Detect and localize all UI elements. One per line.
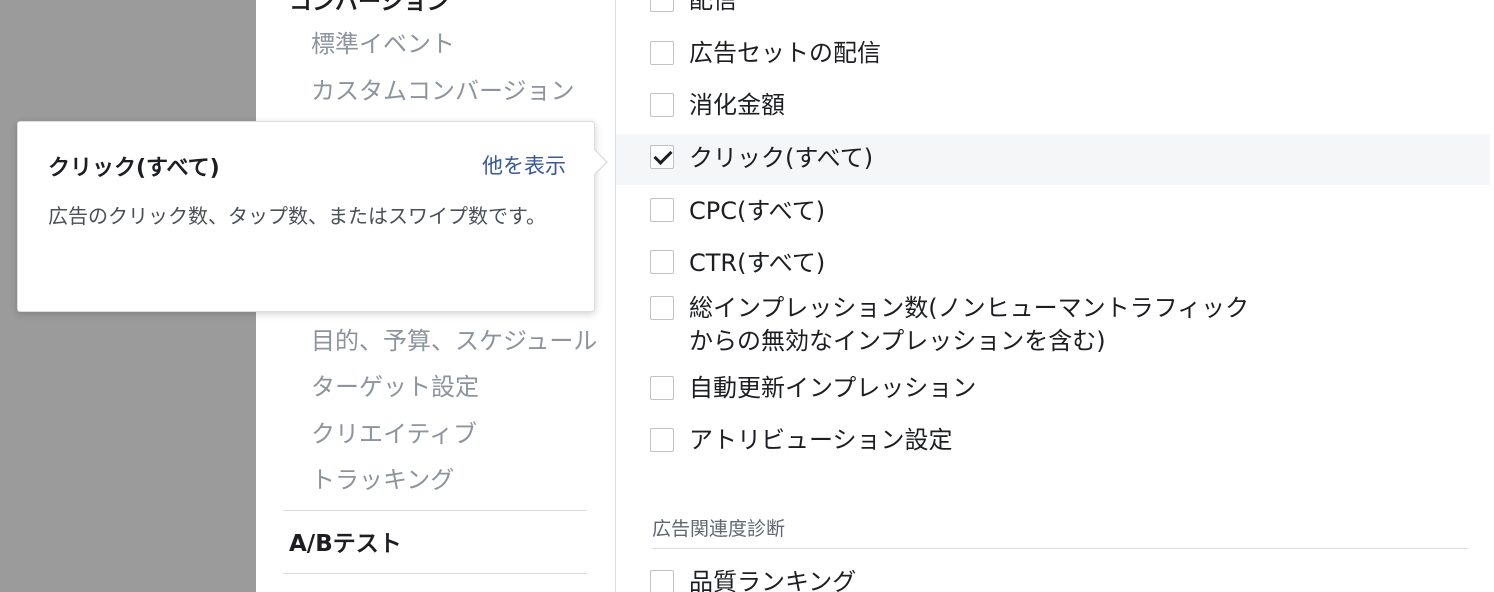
metric-label: 配信 (689, 0, 737, 14)
checkbox-checked[interactable] (650, 145, 674, 169)
metrics-pane: 配信 広告セットの配信 消化金額 クリック(すべて) CPC(すべて) CTR(… (616, 0, 1494, 592)
nav-divider (283, 573, 587, 574)
metric-row-quality-ranking[interactable]: 品質ランキング (616, 564, 1490, 592)
metric-row-ctr-all[interactable]: CTR(すべて) (616, 239, 1490, 289)
checkbox[interactable] (650, 0, 674, 12)
nav-divider (283, 510, 587, 511)
tooltip-more-link[interactable]: 他を表示 (482, 150, 566, 180)
nav-item-standard-events[interactable]: 標準イベント (311, 24, 455, 59)
tooltip-arrow-fill (593, 149, 606, 175)
nav-section-conversion[interactable]: コンバージョン (289, 0, 450, 16)
metric-label: CTR(すべて) (689, 249, 826, 277)
checkbox[interactable] (650, 570, 674, 592)
metric-row-adset-delivery[interactable]: 広告セットの配信 (616, 30, 1490, 80)
metric-row-gross-impressions[interactable]: 総インプレッション数(ノンヒューマントラフィック からの無効なインプレッションを… (616, 292, 1490, 362)
checkbox[interactable] (650, 41, 674, 65)
metric-label: 消化金額 (689, 91, 785, 119)
nav-item-tracking[interactable]: トラッキング (311, 460, 454, 495)
metric-row-cpc-all[interactable]: CPC(すべて) (616, 187, 1490, 237)
tooltip-title: クリック(すべて) (48, 156, 220, 181)
metric-label: アトリビューション設定 (689, 426, 953, 454)
section-header-relevance-diagnostics: 広告関連度診断 (652, 518, 786, 540)
metric-label: 自動更新インプレッション (689, 374, 977, 402)
checkbox[interactable] (650, 376, 674, 400)
metric-tooltip: クリック(すべて) 他を表示 広告のクリック数、タップ数、またはスワイプ数です。 (17, 121, 595, 312)
metric-label-line2: からの無効なインプレッションを含む) (689, 327, 1106, 355)
checkbox[interactable] (650, 93, 674, 117)
section-divider (652, 548, 1468, 549)
nav-item-creative[interactable]: クリエイティブ (311, 414, 477, 449)
metric-row-clicks-all[interactable]: クリック(すべて) (616, 134, 1490, 185)
checkbox[interactable] (650, 250, 674, 274)
metric-label: 広告セットの配信 (689, 39, 881, 67)
checkbox[interactable] (650, 428, 674, 452)
metric-label: CPC(すべて) (689, 197, 826, 225)
metric-label: クリック(すべて) (689, 144, 874, 172)
nav-section-ab-test[interactable]: A/Bテスト (289, 524, 402, 558)
metric-label-line1: 総インプレッション数(ノンヒューマントラフィック (689, 294, 1250, 322)
nav-item-custom-conversions[interactable]: カスタムコンバージョン (311, 71, 575, 106)
checkbox[interactable] (650, 296, 674, 320)
nav-item-objective-budget-schedule[interactable]: 目的、予算、スケジュール (311, 321, 597, 356)
metric-row-auto-refresh-impressions[interactable]: 自動更新インプレッション (616, 366, 1490, 416)
tooltip-description: 広告のクリック数、タップ数、またはスワイプ数です。 (48, 204, 546, 228)
checkbox[interactable] (650, 198, 674, 222)
nav-item-targeting[interactable]: ターゲット設定 (311, 367, 479, 402)
metric-row-amount-spent[interactable]: 消化金額 (616, 82, 1490, 132)
metric-row-delivery[interactable]: 配信 (616, 0, 1490, 22)
metric-label: 品質ランキング (689, 568, 857, 592)
metric-row-attribution-setting[interactable]: アトリビューション設定 (616, 418, 1490, 468)
